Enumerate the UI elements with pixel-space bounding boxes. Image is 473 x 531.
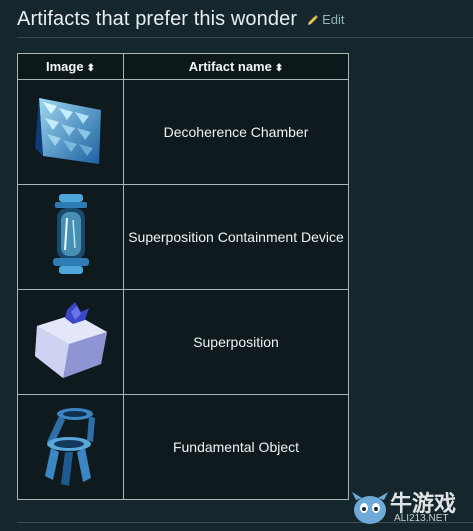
artifact-name-cell: Superposition	[123, 289, 349, 395]
table-row: Superposition Containment Device	[17, 184, 349, 290]
table-header-row: Image ⬍ Artifact name ⬍	[17, 53, 349, 80]
artifact-image-cell	[17, 394, 124, 500]
decoherence-chamber-icon[interactable]	[29, 88, 113, 172]
artifact-name-cell: Decoherence Chamber	[123, 79, 349, 185]
artifact-name-cell: Fundamental Object	[123, 394, 349, 500]
superposition-containment-device-icon[interactable]	[29, 190, 113, 280]
table-row: Superposition	[17, 289, 349, 395]
artifact-name-header-label: Artifact name	[188, 59, 272, 74]
artifact-name-column-header[interactable]: Artifact name ⬍	[123, 53, 349, 80]
fundamental-object-icon[interactable]	[29, 400, 113, 490]
section-header: Artifacts that prefer this wonder Edit	[17, 8, 345, 31]
sort-icon: ⬍	[274, 63, 284, 74]
pencil-icon	[308, 15, 319, 25]
artifact-image-cell	[17, 79, 124, 185]
image-column-header[interactable]: Image ⬍	[17, 53, 124, 80]
superposition-icon[interactable]	[29, 298, 113, 382]
artifact-image-cell	[17, 289, 124, 395]
table-row: Fundamental Object	[17, 394, 349, 500]
edit-label: Edit	[322, 11, 345, 27]
artifact-name-cell: Superposition Containment Device	[123, 184, 349, 290]
table-row: Decoherence Chamber	[17, 79, 349, 185]
artifacts-table: Image ⬍ Artifact name ⬍ Decoherence Cham…	[17, 53, 349, 500]
sort-icon: ⬍	[86, 63, 95, 74]
edit-link[interactable]: Edit	[307, 11, 345, 27]
image-header-label: Image	[46, 59, 84, 74]
section-title: Artifacts that prefer this wonder	[17, 8, 298, 30]
header-divider	[17, 37, 473, 38]
watermark-url: ALI213.NET	[394, 513, 449, 524]
artifact-image-cell	[17, 184, 124, 290]
watermark: 牛游戏 ALI213.NET	[350, 484, 473, 531]
watermark-logo-icon	[352, 492, 388, 524]
